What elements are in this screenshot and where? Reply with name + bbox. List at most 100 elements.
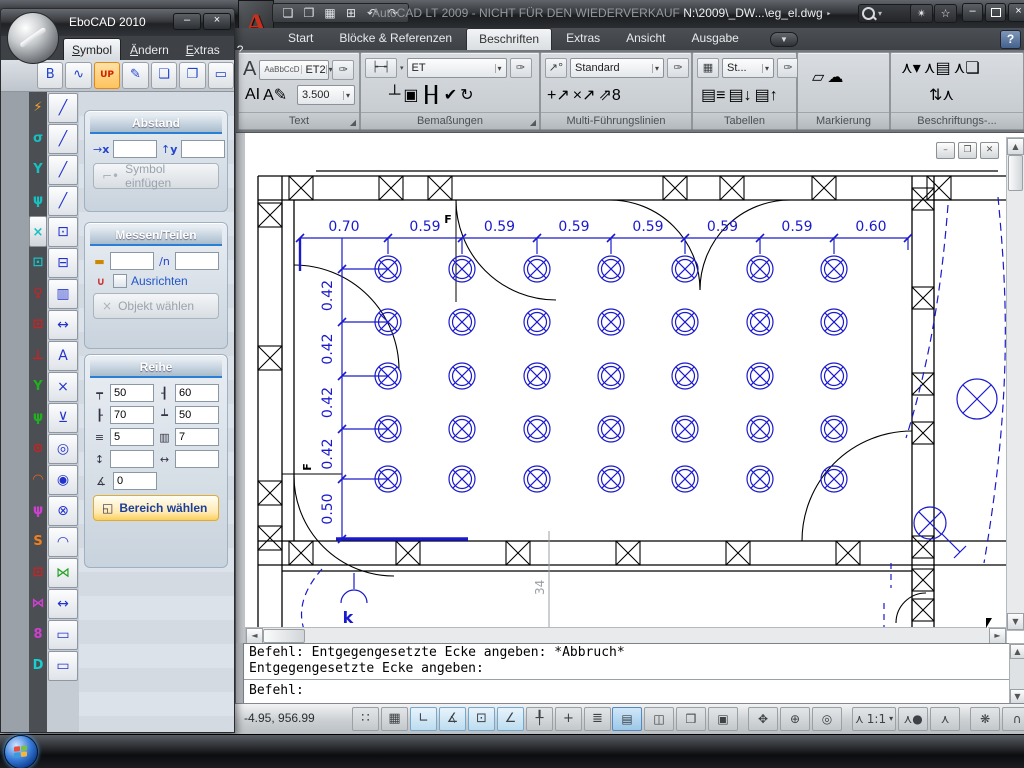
communication-center-button[interactable]: ✴: [910, 4, 933, 23]
polar-toggle[interactable]: ∡: [439, 707, 466, 731]
tool-psi-cyan[interactable]: ψ: [29, 185, 47, 216]
reihe-input-1b[interactable]: [175, 406, 219, 424]
rect-point-button[interactable]: ⊟: [48, 248, 78, 278]
reihe-input-1a[interactable]: [110, 406, 154, 424]
unlock-button[interactable]: ∩: [1002, 707, 1024, 731]
rect-button[interactable]: ▭: [48, 620, 78, 650]
corner-button[interactable]: ▭: [208, 62, 234, 89]
diag-line3-button[interactable]: ╱: [48, 155, 78, 185]
lamp-button[interactable]: ⊗: [48, 496, 78, 526]
table-brush-icon[interactable]: ✑: [777, 58, 799, 78]
select-object-button[interactable]: × Objekt wählen: [93, 293, 219, 319]
coordinate-display[interactable]: -4.95, 956.99: [244, 711, 315, 725]
lwt-toggle[interactable]: ≣: [584, 707, 611, 731]
search-input[interactable]: ▾: [858, 4, 916, 23]
collect-leader-icon[interactable]: ⇗8: [599, 85, 621, 105]
diag-line2-button[interactable]: ╱: [48, 124, 78, 154]
text-style-combo[interactable]: AaBbCcD ET2 ▾: [259, 60, 329, 80]
ebocad-tab-ndern[interactable]: Ändern: [122, 39, 177, 60]
ribbon-tab-ansicht[interactable]: Ansicht: [614, 28, 677, 50]
cross-line-button[interactable]: ⊻: [48, 403, 78, 433]
tool-y-green[interactable]: Y: [29, 371, 47, 402]
osnap-toggle[interactable]: ⊡: [468, 707, 495, 731]
multileader-icon[interactable]: ↗°: [545, 58, 567, 78]
snap-toggle[interactable]: ∷: [352, 707, 379, 731]
help-button[interactable]: ?: [1000, 30, 1021, 49]
ebocad-tab-symbol[interactable]: Symbol: [63, 38, 121, 60]
paste-button[interactable]: ❐: [179, 62, 205, 89]
x-offset-input[interactable]: [113, 140, 157, 158]
panel-multileader-label[interactable]: Multi-Führungslinien: [541, 112, 691, 129]
dim-button[interactable]: ↔: [48, 310, 78, 340]
reihe-input-3b[interactable]: [175, 450, 219, 468]
tool-arch-orange[interactable]: ◠: [29, 464, 47, 495]
zoom-button[interactable]: ⊕: [780, 707, 810, 731]
add-scale-icon[interactable]: ⋏▤: [924, 58, 951, 78]
minimize-button[interactable]: –: [962, 3, 983, 22]
vertical-scrollbar[interactable]: ▲ ▼: [1006, 137, 1024, 631]
spiral2-button[interactable]: ◉: [48, 465, 78, 495]
linear-dim-icon[interactable]: ┝─┥: [365, 58, 397, 78]
tool-ground-red[interactable]: ⊥: [29, 340, 47, 371]
panel-tables-label[interactable]: Tabellen: [693, 112, 796, 129]
qv-layouts-button[interactable]: ▣: [708, 707, 738, 731]
doc-close-button[interactable]: ✕: [980, 142, 999, 159]
tool-clock-red[interactable]: ⊙: [29, 433, 47, 464]
reihe-input-3a[interactable]: [110, 450, 154, 468]
panel-annotation-label[interactable]: Beschriftungs-...: [891, 112, 1023, 129]
divide-input[interactable]: [175, 252, 219, 270]
command-history[interactable]: Befehl: Entgegengesetzte Ecke angeben: *…: [243, 643, 1011, 705]
dim-style-combo[interactable]: ET▾: [407, 58, 507, 78]
cmd-scroll-up-button[interactable]: ▲: [1010, 644, 1024, 659]
table-style-combo[interactable]: St...▾: [722, 58, 774, 78]
dim-chain-icon[interactable]: ┠┨: [421, 85, 440, 105]
mdi-overflow-button[interactable]: ▼: [770, 32, 798, 47]
table-extract-icon[interactable]: ▤≡: [701, 85, 725, 105]
command-prompt[interactable]: Befehl:: [244, 682, 1010, 698]
reihe-input-0b[interactable]: [175, 384, 219, 402]
layout-button[interactable]: ◫: [644, 707, 674, 731]
select-area-button[interactable]: ◱ Bereich wählen: [93, 495, 219, 521]
tool-y-cyan[interactable]: Y: [29, 154, 47, 185]
start-button[interactable]: [4, 735, 38, 768]
table-icon[interactable]: ▦: [697, 58, 719, 78]
diag-line-button[interactable]: ╱: [48, 93, 78, 123]
autoscale-button[interactable]: ⋏: [930, 707, 960, 731]
otrack-toggle[interactable]: ∠: [497, 707, 524, 731]
hscroll-thumb[interactable]: [263, 629, 305, 643]
scroll-down-button[interactable]: ▼: [1007, 613, 1024, 630]
ebocad-tab-extras[interactable]: Extras: [178, 39, 228, 60]
steeringwheel-button[interactable]: ◎: [812, 707, 842, 731]
sync-scale-icon[interactable]: ⇅⋏: [929, 85, 954, 105]
scroll-right-button[interactable]: ►: [989, 628, 1006, 644]
tool-valve-magenta[interactable]: ⋈: [29, 588, 47, 619]
close-button[interactable]: ×: [1008, 3, 1024, 22]
dim-continue-icon[interactable]: ▣: [403, 85, 418, 105]
measure-input[interactable]: [110, 252, 154, 270]
ribbon-tab-ausgabe[interactable]: Ausgabe: [679, 28, 750, 50]
scroll-left-button[interactable]: ◄: [246, 628, 263, 644]
point-symbol-button[interactable]: ⊡: [48, 217, 78, 247]
new-file-icon[interactable]: ❏: [279, 5, 297, 21]
up-button[interactable]: UP: [94, 62, 120, 89]
reihe-input-2a[interactable]: [110, 428, 154, 446]
revision-cloud-icon[interactable]: ☁: [827, 67, 843, 87]
bold-symbol-button[interactable]: B: [37, 62, 63, 89]
reihe-input-2b[interactable]: [175, 428, 219, 446]
ribbon-tab-extras[interactable]: Extras: [554, 28, 612, 50]
table-download-icon[interactable]: ▤↓: [728, 85, 751, 105]
tool-s-box-orange[interactable]: S: [29, 526, 47, 557]
dim-brush-icon[interactable]: ✑: [510, 58, 532, 78]
annotation-scale-icon[interactable]: ⋏▾: [901, 58, 921, 78]
mtext-icon[interactable]: A: [243, 58, 256, 81]
dim-baseline-icon[interactable]: ┴: [389, 86, 400, 104]
ebocad-close-button[interactable]: ×: [203, 13, 231, 30]
print-icon[interactable]: ⊞: [342, 5, 360, 21]
doc-restore-button[interactable]: ❐: [958, 142, 977, 159]
y-offset-input[interactable]: [181, 140, 225, 158]
remove-leader-icon[interactable]: ×↗: [573, 85, 596, 105]
tool-dot-square-cyan[interactable]: ⊡: [29, 247, 47, 278]
tool-dot-square-red2[interactable]: ⊡: [29, 557, 47, 588]
dyn-toggle[interactable]: +: [555, 707, 582, 731]
table-upload-icon[interactable]: ▤↑: [755, 85, 778, 105]
